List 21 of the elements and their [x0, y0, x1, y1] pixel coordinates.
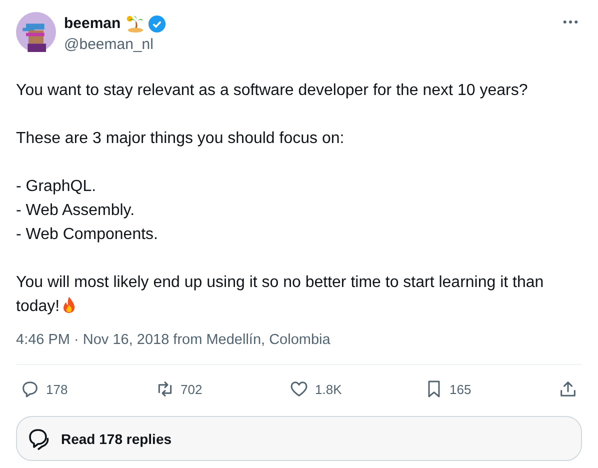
heart-icon[interactable]	[289, 379, 309, 399]
tweet-text: You will most likely end up using it so no better time to start learning it than today!	[16, 273, 545, 317]
tweet-text: - Web Components.	[16, 225, 159, 245]
tweet-text: These are 3 major things you should focus on:	[16, 129, 346, 149]
timestamp: 4:46 PM · Nov 16, 2018 from Medellín, Colombia	[16, 332, 332, 348]
read-replies-button[interactable]: Read 178 replies	[16, 416, 582, 461]
speech-bubble-icon[interactable]	[20, 379, 40, 399]
author-name[interactable]: beeman	[64, 15, 121, 32]
action-count: 1.8K	[315, 382, 342, 396]
tweet-text: - GraphQL.	[16, 177, 98, 197]
more-icon[interactable]	[563, 20, 578, 24]
action-count: 702	[180, 382, 202, 396]
author-handle[interactable]: @beeman_nl	[64, 36, 563, 53]
tweet-text: You want to stay relevant as a software developer for the next 10 years?	[16, 81, 529, 101]
tweet-text: - Web Assembly.	[16, 201, 136, 221]
action-count: 165	[450, 382, 472, 396]
action-count: 178	[46, 382, 68, 396]
share-icon[interactable]	[558, 379, 578, 399]
island-icon	[124, 14, 144, 33]
speech-bubbles-icon	[27, 426, 51, 450]
avatar-icon[interactable]	[16, 12, 56, 52]
